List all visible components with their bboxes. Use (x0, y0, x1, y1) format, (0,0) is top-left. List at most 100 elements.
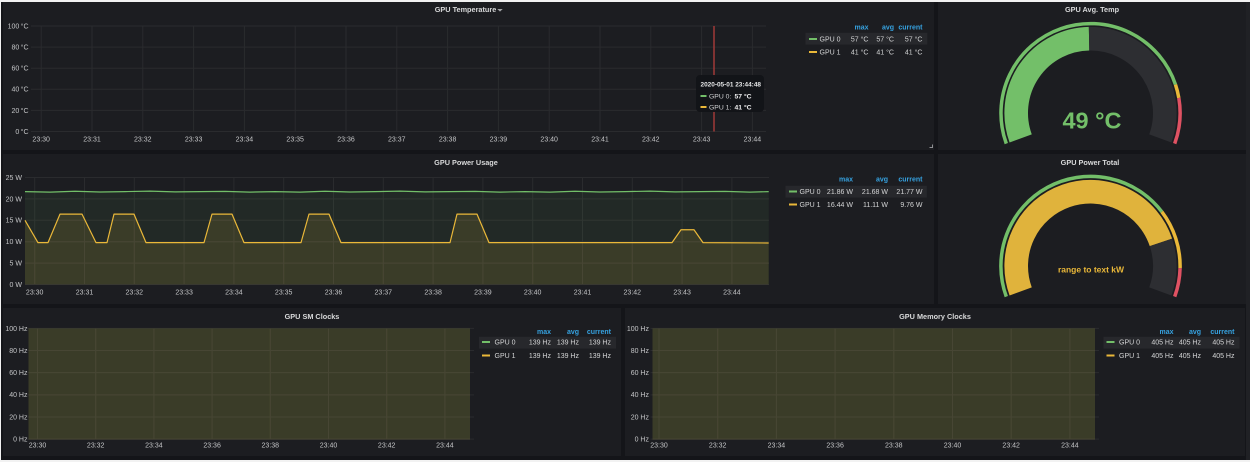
svg-text:23:33: 23:33 (175, 290, 193, 297)
svg-text:10 W: 10 W (6, 239, 23, 246)
svg-text:23:38: 23:38 (885, 443, 903, 450)
svg-text:41 °C: 41 °C (851, 49, 869, 57)
svg-text:23:30: 23:30 (29, 443, 47, 450)
svg-text:23:44: 23:44 (723, 290, 741, 297)
svg-text:GPU Power Usage: GPU Power Usage (434, 158, 498, 167)
svg-text:23:34: 23:34 (236, 137, 254, 144)
svg-text:23:44: 23:44 (744, 137, 762, 144)
svg-text:21.68 W: 21.68 W (862, 189, 888, 196)
svg-text:GPU 0: GPU 0 (495, 340, 516, 347)
svg-text:60 Hz: 60 Hz (9, 370, 28, 377)
svg-text:max: max (839, 177, 853, 184)
svg-text:GPU 1: GPU 1 (1119, 353, 1140, 360)
svg-text:21.86 W: 21.86 W (827, 189, 853, 196)
svg-text:23:40: 23:40 (944, 443, 962, 450)
svg-text:GPU 0: GPU 0 (800, 189, 821, 196)
svg-text:23:34: 23:34 (768, 443, 786, 450)
svg-text:20 W: 20 W (6, 196, 23, 203)
svg-text:23:30: 23:30 (650, 443, 668, 450)
svg-text:405 Hz: 405 Hz (1179, 353, 1202, 360)
svg-text:current: current (898, 25, 923, 32)
svg-text:23:42: 23:42 (624, 290, 642, 297)
svg-text:100 °C: 100 °C (8, 22, 29, 30)
svg-text:25 W: 25 W (6, 175, 23, 182)
svg-text:avg: avg (882, 25, 894, 32)
svg-text:GPU 0: GPU 0 (1119, 340, 1140, 347)
svg-text:16.44 W: 16.44 W (827, 202, 853, 209)
svg-text:max: max (854, 25, 868, 32)
svg-text:23:37: 23:37 (388, 137, 406, 144)
svg-text:23:30: 23:30 (32, 137, 50, 144)
svg-text:23:43: 23:43 (693, 137, 711, 144)
svg-text:80 Hz: 80 Hz (9, 348, 28, 355)
svg-text:41 °C: 41 °C (735, 104, 752, 112)
svg-text:23:43: 23:43 (673, 290, 691, 297)
svg-text:40 Hz: 40 Hz (9, 392, 28, 399)
svg-text:139 Hz: 139 Hz (589, 353, 612, 360)
svg-text:GPU 0: GPU 0 (820, 37, 841, 44)
svg-text:GPU Power Total: GPU Power Total (1061, 158, 1120, 167)
svg-text:23:37: 23:37 (375, 290, 393, 297)
svg-text:57 °C: 57 °C (851, 36, 869, 44)
svg-text:GPU 0:: GPU 0: (709, 94, 731, 101)
svg-text:GPU 1: GPU 1 (495, 353, 516, 360)
svg-text:23:35: 23:35 (286, 137, 304, 144)
svg-text:60 Hz: 60 Hz (631, 370, 650, 377)
svg-text:23:36: 23:36 (203, 443, 221, 450)
svg-text:23:36: 23:36 (826, 443, 844, 450)
svg-text:23:36: 23:36 (337, 137, 355, 144)
svg-text:23:32: 23:32 (126, 290, 144, 297)
svg-text:0 W: 0 W (10, 282, 23, 289)
svg-text:23:39: 23:39 (474, 290, 492, 297)
svg-text:11.11 W: 11.11 W (863, 202, 888, 209)
svg-text:max: max (537, 329, 551, 336)
svg-text:current: current (898, 177, 923, 184)
svg-text:23:34: 23:34 (145, 443, 163, 450)
svg-text:23:38: 23:38 (262, 443, 280, 450)
svg-text:GPU 1: GPU 1 (820, 50, 841, 57)
svg-text:23:32: 23:32 (87, 443, 105, 450)
svg-text:60 °C: 60 °C (11, 65, 28, 73)
svg-text:49 °C: 49 °C (1062, 108, 1121, 134)
svg-text:GPU SM Clocks: GPU SM Clocks (285, 312, 340, 321)
svg-text:23:39: 23:39 (490, 137, 508, 144)
svg-text:GPU Temperature: GPU Temperature (435, 5, 497, 14)
svg-text:139 Hz: 139 Hz (589, 340, 612, 347)
svg-text:405 Hz: 405 Hz (1212, 353, 1235, 360)
svg-text:23:34: 23:34 (225, 290, 243, 297)
svg-text:23:42: 23:42 (1002, 443, 1020, 450)
svg-text:23:31: 23:31 (76, 290, 94, 297)
svg-text:GPU Avg. Temp: GPU Avg. Temp (1065, 5, 1120, 14)
svg-text:40 Hz: 40 Hz (631, 392, 650, 399)
svg-text:40 °C: 40 °C (11, 86, 28, 94)
svg-text:23:31: 23:31 (83, 137, 101, 144)
svg-text:avg: avg (567, 329, 579, 336)
svg-text:0 °C: 0 °C (15, 128, 28, 136)
svg-text:2020-05-01 23:44:48: 2020-05-01 23:44:48 (701, 82, 762, 89)
svg-text:405 Hz: 405 Hz (1179, 340, 1202, 347)
svg-text:23:33: 23:33 (185, 137, 203, 144)
svg-text:139 Hz: 139 Hz (557, 340, 580, 347)
svg-text:avg: avg (1189, 329, 1201, 336)
svg-text:41 °C: 41 °C (876, 49, 894, 57)
svg-text:23:32: 23:32 (709, 443, 727, 450)
svg-text:23:35: 23:35 (275, 290, 293, 297)
svg-text:9.76 W: 9.76 W (900, 202, 923, 209)
svg-text:avg: avg (876, 177, 888, 184)
svg-text:23:41: 23:41 (574, 290, 592, 297)
svg-text:20 Hz: 20 Hz (9, 414, 28, 421)
svg-text:23:38: 23:38 (424, 290, 442, 297)
svg-text:23:42: 23:42 (378, 443, 396, 450)
svg-text:139 Hz: 139 Hz (557, 353, 580, 360)
svg-text:139 Hz: 139 Hz (529, 353, 552, 360)
svg-text:23:40: 23:40 (320, 443, 338, 450)
svg-text:23:44: 23:44 (436, 443, 454, 450)
svg-text:GPU Memory Clocks: GPU Memory Clocks (899, 312, 971, 321)
svg-text:80 °C: 80 °C (11, 44, 28, 52)
svg-text:max: max (1159, 329, 1173, 336)
svg-text:405 Hz: 405 Hz (1151, 353, 1174, 360)
svg-text:20 Hz: 20 Hz (631, 414, 650, 421)
svg-text:20 °C: 20 °C (11, 107, 28, 115)
svg-text:0 Hz: 0 Hz (635, 437, 650, 444)
svg-text:23:41: 23:41 (591, 137, 609, 144)
